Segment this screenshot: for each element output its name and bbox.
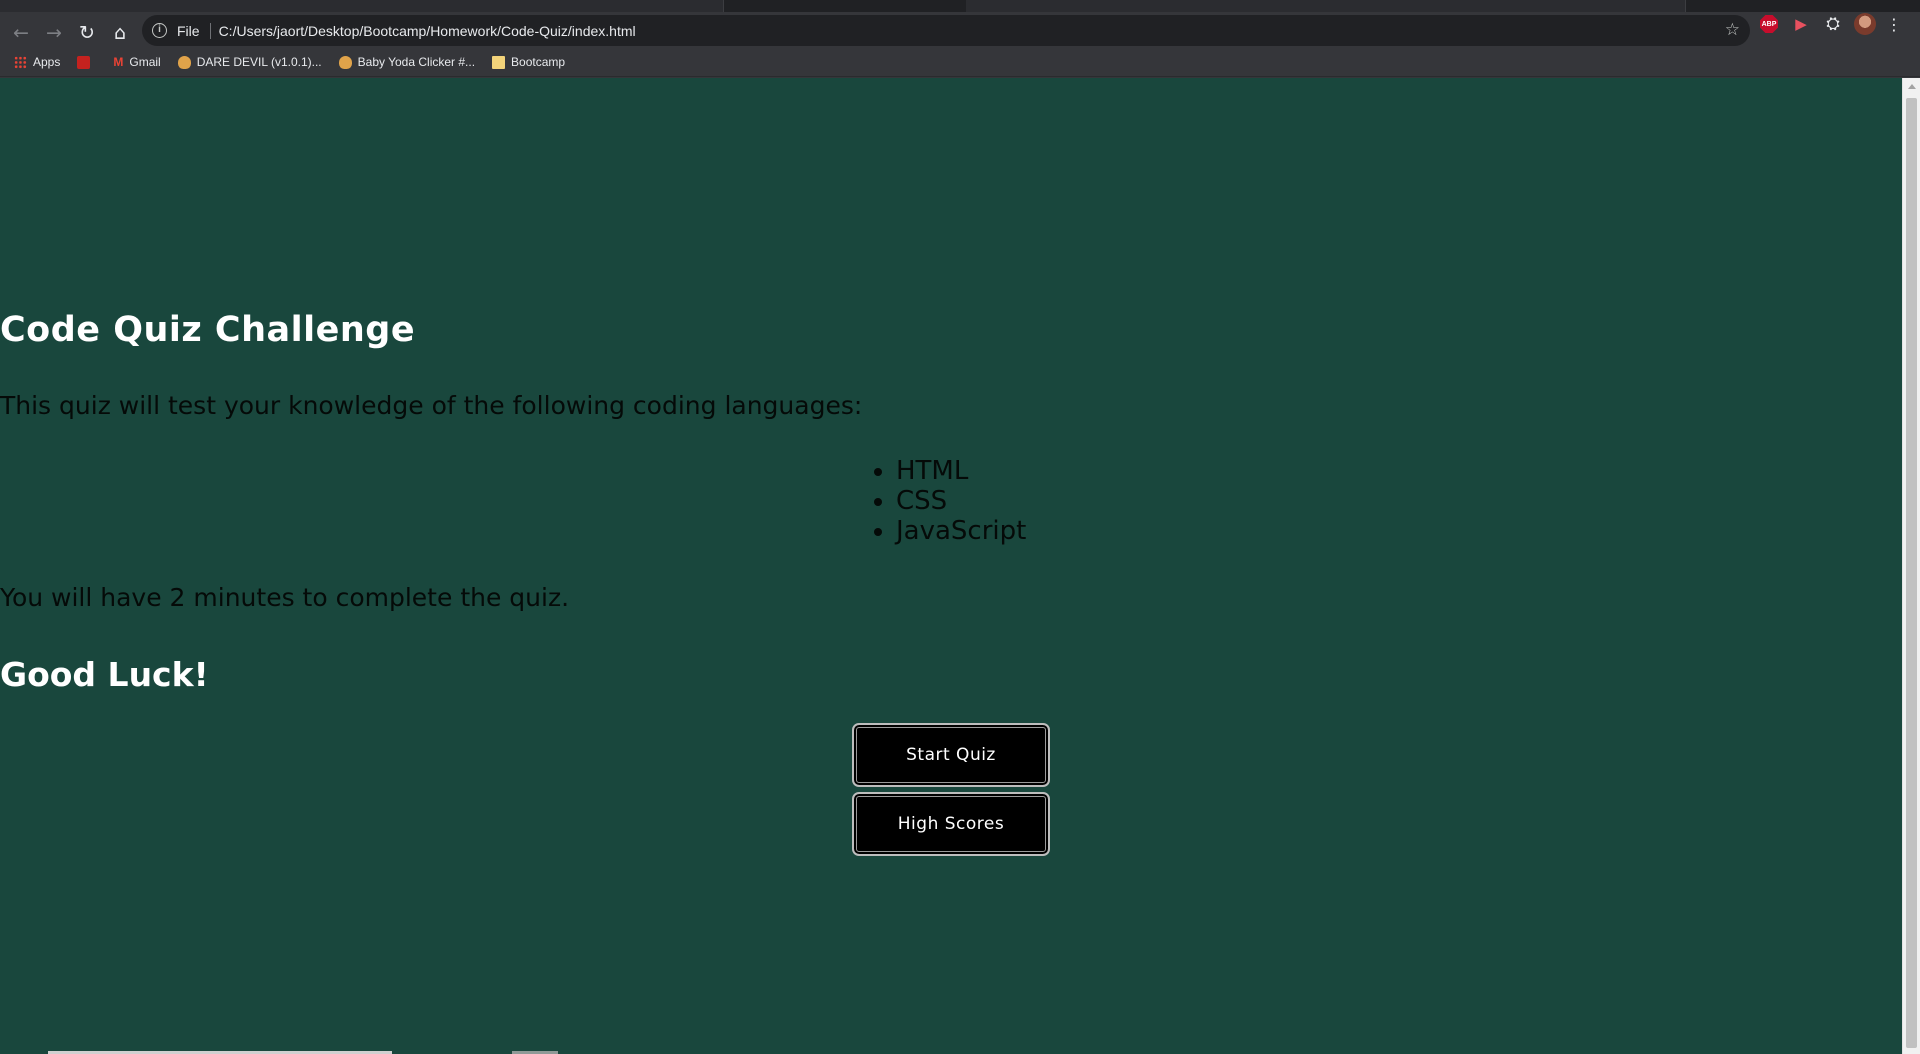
back-arrow-icon[interactable]: ← bbox=[5, 17, 37, 49]
bookmark-red[interactable] bbox=[77, 55, 96, 69]
bookmark-label: DARE DEVIL (v1.0.1)... bbox=[196, 55, 322, 69]
page-title: Code Quiz Challenge bbox=[0, 310, 416, 350]
cookie-icon bbox=[177, 55, 191, 69]
scrollbar-thumb[interactable] bbox=[1906, 98, 1917, 1048]
vertical-scrollbar[interactable] bbox=[1902, 78, 1920, 1054]
address-divider bbox=[209, 22, 211, 39]
list-item: CSS bbox=[896, 486, 1026, 516]
address-url[interactable]: C:/Users/jaort/Desktop/Bootcamp/Homework… bbox=[219, 23, 636, 39]
quiz-page: Code Quiz Challenge This quiz will test … bbox=[0, 78, 1902, 1054]
bookmark-apps[interactable]: Apps bbox=[14, 55, 60, 69]
timer-note: You will have 2 minutes to complete the … bbox=[0, 583, 570, 612]
intro-text: This quiz will test your knowledge of th… bbox=[0, 391, 863, 420]
bookmark-star-icon[interactable]: ☆ bbox=[1725, 20, 1740, 40]
bookmark-label: Gmail bbox=[129, 55, 161, 69]
gmail-icon: M bbox=[113, 54, 124, 69]
tab-strip bbox=[0, 0, 1920, 12]
forward-arrow-icon[interactable]: → bbox=[38, 17, 70, 49]
home-icon[interactable]: ⌂ bbox=[104, 17, 136, 49]
good-luck-heading: Good Luck! bbox=[0, 655, 209, 694]
bookmark-label: Apps bbox=[33, 55, 61, 69]
bookmarks-bar: Apps M Gmail DARE DEVIL (v1.0.1)... Baby… bbox=[0, 48, 1920, 77]
bookmark-baby-yoda[interactable]: Baby Yoda Clicker #... bbox=[338, 55, 476, 69]
site-info-icon[interactable]: i bbox=[152, 23, 167, 38]
profile-avatar-icon[interactable] bbox=[1854, 13, 1876, 35]
red-bookmark-icon bbox=[77, 55, 91, 69]
start-quiz-button[interactable]: Start Quiz bbox=[852, 723, 1050, 787]
cookie-icon bbox=[338, 55, 352, 69]
list-item: JavaScript bbox=[896, 516, 1026, 546]
bookmark-dare-devil[interactable]: DARE DEVIL (v1.0.1)... bbox=[177, 55, 322, 69]
menu-icon[interactable]: ⋮ bbox=[1886, 15, 1902, 34]
scroll-up-arrow-icon[interactable] bbox=[1908, 84, 1916, 89]
bookmark-label: Bootcamp bbox=[511, 55, 566, 69]
high-scores-button[interactable]: High Scores bbox=[852, 792, 1050, 856]
browser-tab[interactable] bbox=[0, 0, 724, 12]
reload-icon[interactable]: ↻ bbox=[71, 17, 103, 49]
address-bar[interactable]: i File C:/Users/jaort/Desktop/Bootcamp/H… bbox=[142, 15, 1750, 46]
list-item: HTML bbox=[896, 456, 1026, 486]
bookmark-label: Baby Yoda Clicker #... bbox=[357, 55, 476, 69]
bookmark-bootcamp-folder[interactable]: Bootcamp bbox=[492, 55, 565, 69]
puzzle-extensions-icon[interactable]: ⛭ bbox=[1823, 14, 1843, 34]
bookmark-gmail[interactable]: M Gmail bbox=[113, 55, 160, 69]
screen-recorder-icon[interactable]: ▶ bbox=[1791, 15, 1811, 33]
folder-icon bbox=[492, 55, 506, 69]
browser-tab[interactable] bbox=[966, 0, 1686, 12]
address-scheme: File bbox=[177, 22, 200, 39]
language-list: HTML CSS JavaScript bbox=[896, 456, 1026, 546]
apps-grid-icon bbox=[14, 55, 27, 69]
